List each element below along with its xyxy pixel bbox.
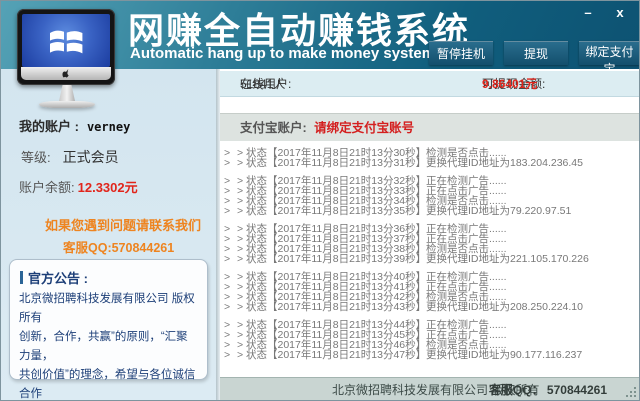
notice-body: 北京微招聘科技发展有限公司 版权所有 创新，合作，共赢”的原则，“汇聚力量， 共… (10, 290, 207, 401)
log-row: > >状态【2017年11月8日21时13分35秒】更换代理ID地址为79.22… (220, 206, 640, 216)
imac-frame (17, 9, 115, 85)
level-row: 等级: 正式会员 (21, 147, 119, 167)
account-username: verney (87, 120, 130, 134)
balance-value: 12.3302元 (78, 180, 138, 195)
official-notice-panel: 官方公告 : 北京微招聘科技发展有限公司 版权所有 创新，合作，共赢”的原则，“… (9, 259, 208, 380)
balance-label: 账户余额: (19, 180, 75, 195)
alipay-account-label: 支付宝账户: (240, 121, 307, 135)
level-value: 正式会员 (63, 149, 119, 165)
alipay-bar: 支付宝账户: 请绑定支付宝账号 (220, 113, 640, 141)
bind-alipay-button[interactable]: 绑定支付宝 (579, 41, 640, 65)
apple-logo-icon (21, 67, 111, 80)
log-list: > >状态【2017年11月8日21时13分30秒】检测是否点击......> … (220, 148, 640, 360)
stats-bar: 在线用户:51841人 可提现金额: 9.86401元 (220, 71, 640, 97)
level-label: 等级: (21, 150, 51, 165)
account-label: 我的账户 : (19, 119, 79, 134)
app-subtitle: Automatic hang up to make money system (130, 45, 435, 62)
service-qq: 客服QQ:570844261 (63, 237, 174, 256)
log-row: > >状态【2017年11月8日21时13分43秒】更换代理ID地址为208.2… (220, 302, 640, 312)
minimize-button[interactable]: – (577, 4, 599, 22)
online-users-value: 51841人 (240, 71, 285, 97)
resize-grip[interactable] (626, 387, 636, 397)
imac-stand (59, 85, 75, 101)
pause-hangup-button[interactable]: 暂停挂机 (429, 41, 493, 65)
footer-bar: 北京微招聘科技发展有限公司 版权所有 客服QQ： 570844261 (220, 377, 640, 401)
notice-title-accent (20, 271, 23, 284)
account-row: 我的账户 : verney (19, 116, 130, 135)
withdraw-button[interactable]: 提现 (504, 41, 568, 65)
windows-logo-icon (22, 14, 110, 67)
notice-title: 官方公告 : (20, 268, 197, 287)
contact-message: 如果您遇到问题请联系我们 (45, 215, 201, 234)
log-row: > >状态【2017年11月8日21时13分31秒】更换代理ID地址为183.2… (220, 158, 640, 168)
withdrawable-value: 9.86401元 (482, 71, 537, 97)
footer-service-qq: 客服QQ： 570844261 (489, 378, 607, 401)
alipay-bind-link[interactable]: 请绑定支付宝账号 (314, 121, 414, 135)
imac-logo (17, 9, 117, 108)
sidebar: 我的账户 : verney 等级: 正式会员 账户余额:12.3302元 如果您遇到… (1, 69, 216, 401)
notice-title-text: 官方公告 : (28, 268, 88, 287)
app-window: 网赚全自动赚钱系统 Automatic hang up to make mone… (0, 0, 640, 401)
close-button[interactable]: x (609, 4, 631, 22)
log-row: > >状态【2017年11月8日21时13分39秒】更换代理ID地址为221.1… (220, 254, 640, 264)
balance-row: 账户余额:12.3302元 (19, 177, 138, 196)
log-row: > >状态【2017年11月8日21时13分47秒】更换代理ID地址为90.17… (220, 350, 640, 360)
imac-base (39, 101, 95, 108)
